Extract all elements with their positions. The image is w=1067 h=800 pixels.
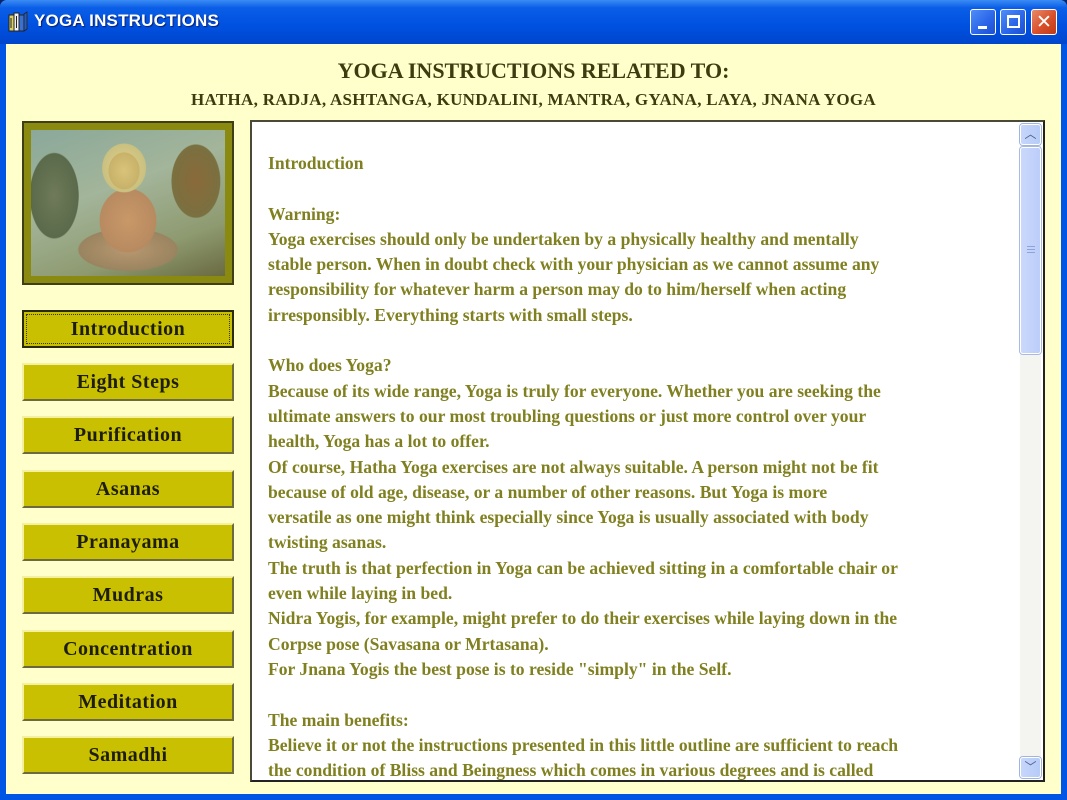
- page-title: YOGA INSTRUCTIONS RELATED TO:: [337, 58, 730, 83]
- client-area: YOGA INSTRUCTIONS RELATED TO: HATHA, RAD…: [6, 44, 1061, 794]
- content-text[interactable]: Introduction Warning: Yoga exercises shoul…: [268, 122, 1018, 780]
- nav-button-meditation[interactable]: Meditation: [22, 683, 234, 721]
- maximize-button[interactable]: [1000, 9, 1026, 35]
- chevron-up-icon: ︿: [1024, 127, 1037, 141]
- content-line: versatile as one might think especially …: [268, 507, 869, 528]
- content-line: Warning:: [268, 203, 341, 224]
- nav-button-eight-steps[interactable]: Eight Steps: [22, 363, 234, 401]
- scroll-up-button[interactable]: ︿: [1020, 124, 1041, 145]
- content-line: Because of its wide range, Yoga is truly…: [268, 380, 881, 401]
- content-line: Who does Yoga?: [268, 355, 392, 376]
- content-line: health, Yoga has a lot to offer.: [268, 431, 490, 452]
- nav-button-samadhi[interactable]: Samadhi: [22, 736, 234, 774]
- content-line: The main benefits:: [268, 709, 409, 730]
- content-line: twisting asanas.: [268, 532, 387, 553]
- minimize-icon: [978, 26, 987, 29]
- app-window: YOGA INSTRUCTIONS ✕ YOGA INSTRUCTIONS RE…: [0, 0, 1067, 800]
- nav-button-pranayama[interactable]: Pranayama: [22, 523, 234, 561]
- buddha-painting: [31, 130, 225, 276]
- content-line: For Jnana Yogis the best pose is to resi…: [268, 658, 732, 679]
- nav-button-concentration[interactable]: Concentration: [22, 630, 234, 668]
- content-panel[interactable]: Introduction Warning: Yoga exercises shoul…: [250, 120, 1045, 782]
- nav-button-mudras[interactable]: Mudras: [22, 576, 234, 614]
- content-line: Believe it or not the instructions prese…: [268, 734, 899, 755]
- content-line: irresponsibly. Everything starts with sm…: [268, 304, 633, 325]
- close-icon: ✕: [1036, 11, 1052, 33]
- content-line: Corpse pose (Savasana or Mrtasana).: [268, 633, 549, 654]
- title-bar[interactable]: YOGA INSTRUCTIONS ✕: [0, 0, 1067, 44]
- window-title: YOGA INSTRUCTIONS: [34, 11, 220, 30]
- content-line: Introduction: [268, 153, 364, 173]
- book-icon: [8, 11, 28, 32]
- minimize-button[interactable]: [970, 9, 996, 35]
- chevron-down-icon: ﹀: [1024, 760, 1037, 774]
- scroll-down-button[interactable]: ﹀: [1020, 757, 1041, 778]
- close-button[interactable]: ✕: [1031, 9, 1057, 35]
- grip-icon: [1027, 246, 1035, 255]
- content-line: Of course, Hatha Yoga exercises are not …: [268, 456, 879, 477]
- content-line: ultimate answers to our most troubling q…: [268, 405, 867, 426]
- maximize-icon: [1007, 15, 1020, 28]
- vertical-scrollbar[interactable]: ︿ ﹀: [1020, 124, 1041, 778]
- content-line: Nidra Yogis, for example, might prefer t…: [268, 608, 898, 629]
- content-line: because of old age, disease, or a number…: [268, 481, 828, 502]
- nav-button-asanas[interactable]: Asanas: [22, 470, 234, 508]
- content-line: even while laying in bed.: [268, 583, 453, 604]
- content-line: responsibility for whatever harm a perso…: [268, 279, 847, 300]
- content-line: Yoga exercises should only be undertaken…: [268, 228, 859, 249]
- scroll-thumb[interactable]: [1020, 147, 1041, 354]
- content-line: The truth is that perfection in Yoga can…: [268, 557, 898, 578]
- nav-button-introduction[interactable]: Introduction: [22, 310, 234, 348]
- buddha-image: [22, 121, 234, 285]
- nav-button-purification[interactable]: Purification: [22, 416, 234, 454]
- page-subtitle: HATHA, RADJA, ASHTANGA, KUNDALINI, MANTR…: [191, 90, 876, 109]
- content-line: stable person. When in doubt check with …: [268, 254, 880, 275]
- content-line: the condition of Bliss and Beingness whi…: [268, 760, 874, 780]
